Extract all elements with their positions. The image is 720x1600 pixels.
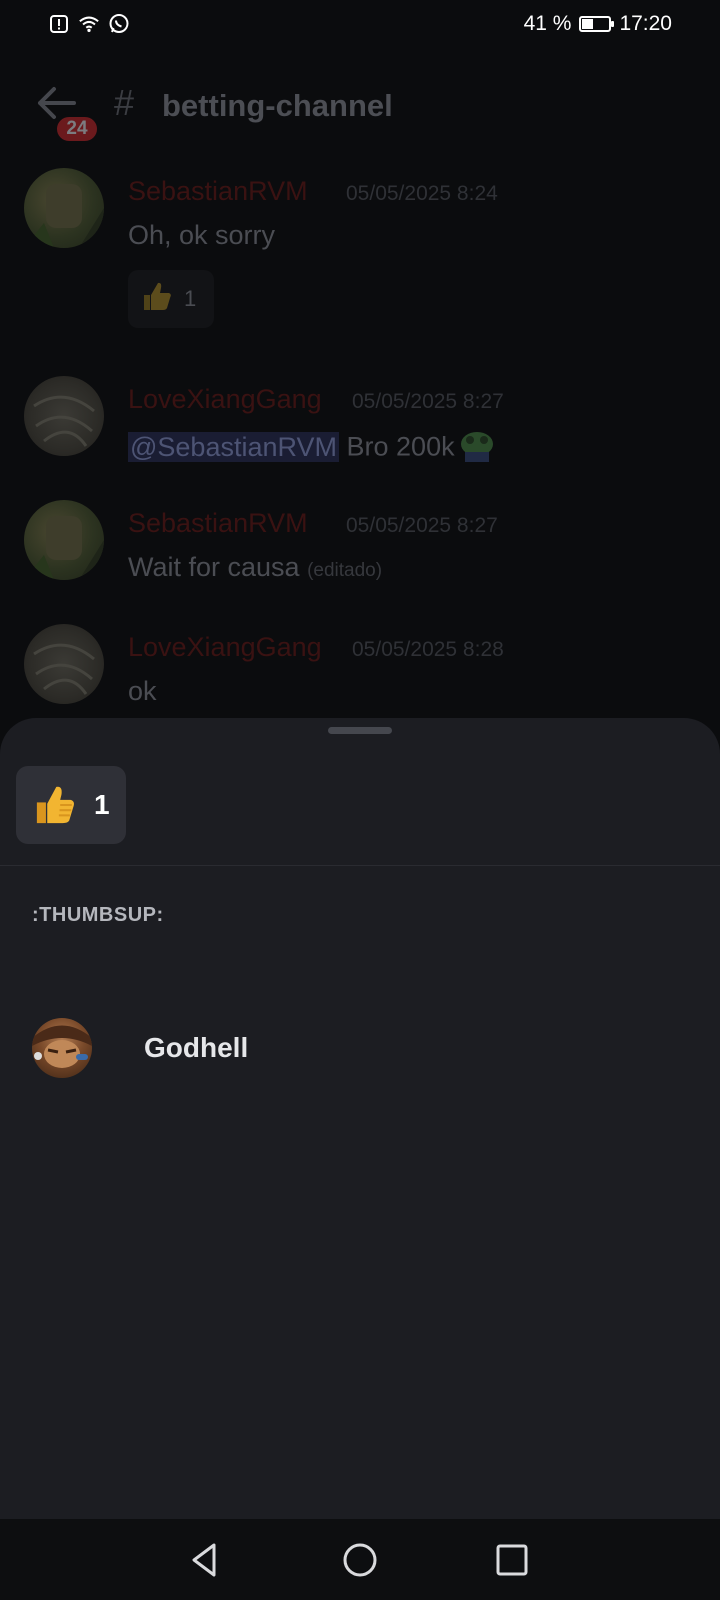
status-icons-right: 41 % 17:20 [524,12,672,36]
user-mention[interactable]: @SebastianRVM [128,431,340,462]
message-username[interactable]: LoveXiangGang [128,632,322,663]
avatar[interactable] [32,1018,92,1078]
message-text: Wait for causa (editado) [128,552,382,583]
message[interactable]: SebastianRVM 05/05/2025 8:24 Oh, ok sorr… [0,168,720,368]
back-triangle-icon[interactable] [184,1539,226,1581]
message-timestamp: 05/05/2025 8:28 [352,638,504,661]
edited-label: (editado) [307,560,383,581]
clock: 17:20 [619,12,672,35]
reaction-tab-thumbsup[interactable]: 1 [16,766,126,844]
avatar[interactable] [24,500,104,580]
thumbsup-icon [140,279,174,319]
message-timestamp: 05/05/2025 8:24 [346,182,498,205]
channel-title[interactable]: betting-channel [162,88,393,124]
channel-hash-icon: # [114,82,135,123]
message-text-body: Wait for causa [128,552,300,582]
frog-emoji-icon [457,428,497,469]
unread-badge: 24 [54,114,100,144]
reactions-sheet: 1 :THUMBSUP: Godhell [0,718,720,1519]
system-nav-bar [0,1519,720,1600]
avatar[interactable] [24,376,104,456]
whatsapp-icon [108,13,130,35]
chat-header: 24 # betting-channel [0,48,720,160]
home-circle-icon[interactable] [339,1539,381,1581]
message-username[interactable]: SebastianRVM [128,176,308,207]
divider [0,865,720,866]
message[interactable]: LoveXiangGang 05/05/2025 8:28 ok [0,624,720,718]
status-bar: 41 % 17:20 [0,0,720,48]
reaction-name-label: :THUMBSUP: [32,904,164,926]
message[interactable]: LoveXiangGang 05/05/2025 8:27 @Sebastian… [0,376,720,486]
message-text: Oh, ok sorry [128,220,276,250]
message-text: ok [128,676,157,706]
status-icons-left [48,13,130,35]
message-username[interactable]: LoveXiangGang [128,384,322,415]
message[interactable]: SebastianRVM 05/05/2025 8:27 Wait for ca… [0,500,720,610]
reaction-count: 1 [184,286,197,311]
message-text: @SebastianRVM Bro 200k [128,428,497,469]
battery-icon [579,16,615,32]
reaction-count: 1 [94,789,110,820]
alert-icon [48,13,70,35]
battery-percent: 41 % [523,12,572,35]
message-timestamp: 05/05/2025 8:27 [346,514,498,537]
message-username[interactable]: SebastianRVM [128,508,308,539]
recents-square-icon[interactable] [491,1539,533,1581]
reactor-username[interactable]: Godhell [144,1032,248,1064]
message-text-body: Bro 200k [339,431,455,462]
wifi-icon [78,13,100,35]
thumbsup-icon [32,782,78,828]
reactor-row[interactable]: Godhell [0,1018,720,1082]
sheet-drag-handle[interactable] [328,727,392,734]
avatar[interactable] [24,168,104,248]
message-timestamp: 05/05/2025 8:27 [352,390,504,413]
reaction-pill[interactable]: 1 [128,270,214,328]
avatar[interactable] [24,624,104,704]
chat-area: 24 # betting-channel SebastianRVM 05/05/… [0,48,720,718]
